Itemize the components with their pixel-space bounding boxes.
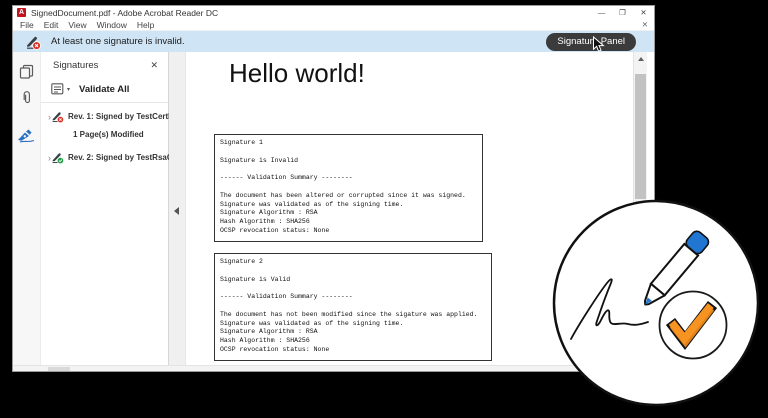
signature-invalid-badge-icon [51,110,64,123]
notification-message: At least one signature is invalid. [51,36,185,47]
scroll-up-icon[interactable] [638,57,644,61]
signatures-tree: › Rev. 1: Signed by TestCertRoot 1 Page(… [41,103,168,164]
collapse-panel-icon[interactable] [174,207,179,215]
signature-valid-badge-icon [51,151,64,164]
badge-circle [554,201,758,405]
options-caret-icon[interactable]: ▾ [67,86,70,93]
horizontal-scrollbar-thumb[interactable] [48,367,70,371]
menu-bar: File Edit View Window Help ✕ [13,19,654,31]
minimize-button[interactable]: — [591,6,612,19]
signature-item-rev2[interactable]: › Rev. 2: Signed by TestRsaCert [48,151,164,164]
tool-rail [13,52,41,365]
menu-file[interactable]: File [20,20,34,30]
signature-field-2[interactable]: Signature 2 Signature is Valid ------ Va… [214,253,492,361]
document-close-icon[interactable]: ✕ [642,20,648,29]
validate-all-button[interactable]: Validate All [79,84,129,95]
signature-field-1-text: Signature 1 Signature is Invalid ------ … [215,135,482,240]
window-title: SignedDocument.pdf - Adobe Acrobat Reade… [31,8,218,18]
signatures-toolbar: ▾ Validate All [41,77,168,103]
signatures-pen-icon[interactable] [17,128,36,143]
title-bar: A SignedDocument.pdf - Adobe Acrobat Rea… [13,6,654,19]
mouse-cursor-icon [592,36,606,54]
menu-help[interactable]: Help [137,20,154,30]
attachments-icon[interactable] [20,90,34,105]
menu-edit[interactable]: Edit [44,20,59,30]
signature-field-1[interactable]: Signature 1 Signature is Invalid ------ … [214,134,483,242]
panel-close-icon[interactable]: ✕ [150,60,158,71]
stage: A SignedDocument.pdf - Adobe Acrobat Rea… [0,0,768,418]
signature-invalid-icon [25,34,41,50]
close-button[interactable]: ✕ [633,6,654,19]
page-thumbnails-icon[interactable] [19,64,34,79]
adobe-reader-icon: A [17,8,26,17]
panel-options-icon[interactable] [51,83,64,95]
panel-edge-strip [169,52,186,365]
window-controls: — ❐ ✕ [591,6,654,19]
signature-item-rev1[interactable]: › Rev. 1: Signed by TestCertRoot [48,110,164,123]
signatures-panel-title: Signatures [53,60,98,71]
signatures-panel-header: Signatures ✕ [41,52,168,77]
signature-illustration-badge [545,193,768,416]
vertical-scrollbar-thumb[interactable] [635,74,646,199]
menu-window[interactable]: Window [97,20,127,30]
signatures-panel: Signatures ✕ ▾ Validate All › [41,52,169,365]
signature-item-note: 1 Page(s) Modified [48,130,164,139]
signature-field-2-text: Signature 2 Signature is Valid ------ Va… [215,254,491,359]
document-heading: Hello world! [229,58,365,89]
notification-bar: At least one signature is invalid. Signa… [13,31,654,52]
restore-button[interactable]: ❐ [612,6,633,19]
signature-item-label: Rev. 2: Signed by TestRsaCert [68,153,183,162]
menu-view[interactable]: View [68,20,86,30]
